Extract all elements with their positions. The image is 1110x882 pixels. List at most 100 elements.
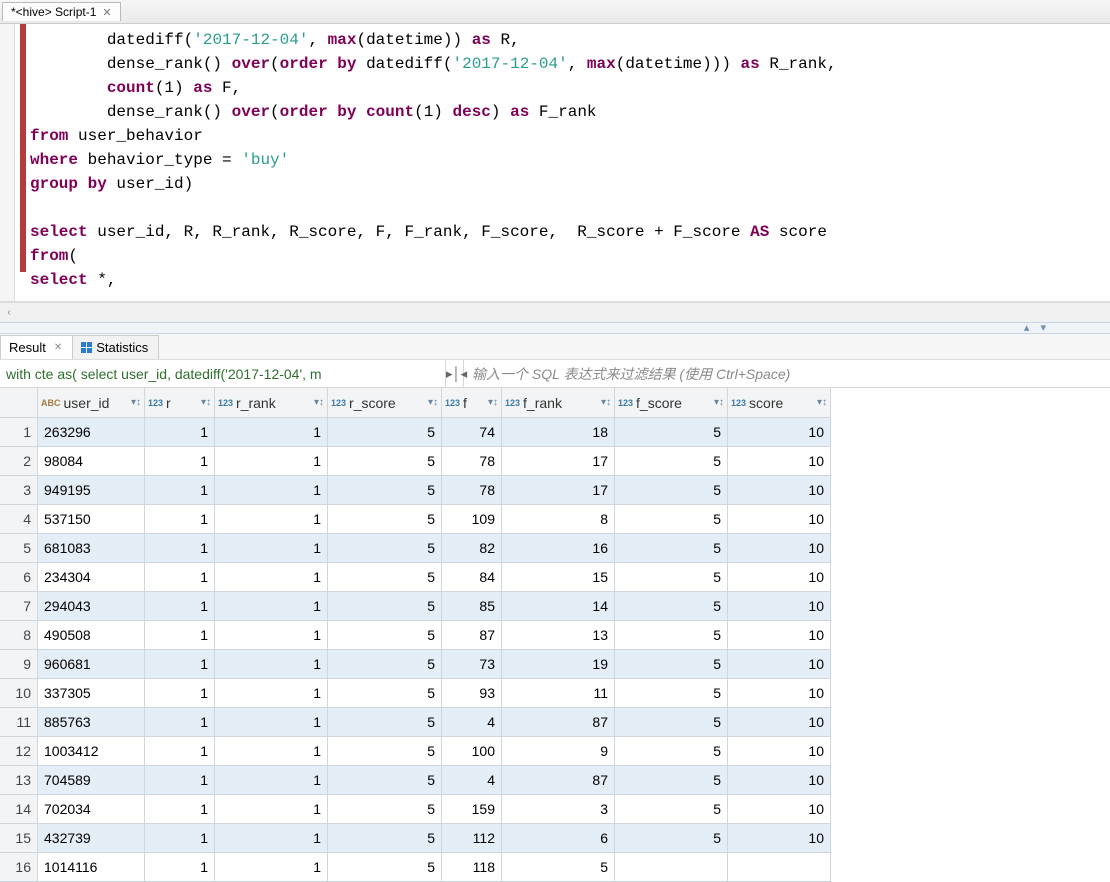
cell[interactable]: 5 [328, 679, 442, 708]
filter-icon[interactable]: ▾↕ [601, 392, 611, 414]
cell[interactable]: 1 [145, 737, 215, 766]
cell[interactable]: 82 [442, 534, 502, 563]
cell[interactable]: 5 [615, 766, 728, 795]
cell[interactable]: 1 [215, 534, 328, 563]
cell[interactable]: 537150 [38, 505, 145, 534]
cell[interactable]: 5 [615, 505, 728, 534]
row-number[interactable]: 7 [0, 592, 38, 621]
filter-icon[interactable]: ▾↕ [131, 392, 141, 414]
cell[interactable]: 5 [328, 447, 442, 476]
column-header[interactable]: 123r▾↕ [145, 388, 215, 418]
cell[interactable]: 490508 [38, 621, 145, 650]
column-header[interactable]: 123f_score▾↕ [615, 388, 728, 418]
cell[interactable]: 8 [502, 505, 615, 534]
cell[interactable]: 9 [502, 737, 615, 766]
cell[interactable]: 5 [615, 592, 728, 621]
column-header[interactable]: 123score▾↕ [728, 388, 831, 418]
cell[interactable]: 10 [728, 679, 831, 708]
cell[interactable]: 1 [215, 476, 328, 505]
row-number[interactable]: 4 [0, 505, 38, 534]
cell[interactable]: 5 [328, 534, 442, 563]
cell[interactable]: 263296 [38, 418, 145, 447]
cell[interactable]: 10 [728, 795, 831, 824]
cell[interactable]: 5 [328, 853, 442, 882]
cell[interactable]: 10 [728, 650, 831, 679]
row-number[interactable]: 10 [0, 679, 38, 708]
script-tab[interactable]: *<hive> Script-1 ✕ [2, 2, 121, 21]
cell[interactable]: 19 [502, 650, 615, 679]
cell[interactable]: 1 [145, 679, 215, 708]
cell[interactable]: 1 [215, 853, 328, 882]
cell[interactable]: 14 [502, 592, 615, 621]
cell[interactable]: 4 [442, 766, 502, 795]
row-number[interactable]: 14 [0, 795, 38, 824]
cell[interactable]: 159 [442, 795, 502, 824]
cell[interactable]: 5 [615, 621, 728, 650]
cell[interactable]: 5 [328, 476, 442, 505]
cell[interactable]: 87 [502, 708, 615, 737]
cell[interactable]: 73 [442, 650, 502, 679]
tab-statistics[interactable]: Statistics [72, 335, 159, 359]
cell[interactable]: 5 [615, 650, 728, 679]
cell[interactable]: 949195 [38, 476, 145, 505]
cell[interactable]: 1003412 [38, 737, 145, 766]
cell[interactable]: 87 [442, 621, 502, 650]
cell[interactable]: 10 [728, 563, 831, 592]
editor-hscroll[interactable]: ‹ [0, 302, 1110, 322]
result-grid[interactable]: ABCuser_id▾↕123r▾↕123r_rank▾↕123r_score▾… [0, 388, 1110, 882]
cell[interactable]: 1 [145, 505, 215, 534]
cell[interactable]: 98084 [38, 447, 145, 476]
cell[interactable]: 681083 [38, 534, 145, 563]
filter-icon[interactable]: ▾↕ [314, 392, 324, 414]
cell[interactable]: 1 [145, 534, 215, 563]
row-number[interactable]: 3 [0, 476, 38, 505]
cell[interactable]: 5 [615, 708, 728, 737]
cell[interactable]: 704589 [38, 766, 145, 795]
cell[interactable]: 5 [328, 505, 442, 534]
cell[interactable]: 10 [728, 621, 831, 650]
cell[interactable]: 1 [215, 447, 328, 476]
cell[interactable]: 1 [215, 563, 328, 592]
cell[interactable]: 1014116 [38, 853, 145, 882]
cell[interactable]: 112 [442, 824, 502, 853]
cell[interactable]: 885763 [38, 708, 145, 737]
cell[interactable]: 1 [215, 708, 328, 737]
cell[interactable]: 337305 [38, 679, 145, 708]
row-number[interactable]: 11 [0, 708, 38, 737]
cell[interactable]: 5 [328, 563, 442, 592]
pane-splitter[interactable]: ▴ ▾ [0, 322, 1110, 334]
cell[interactable]: 109 [442, 505, 502, 534]
row-number[interactable]: 16 [0, 853, 38, 882]
filter-icon[interactable]: ▾↕ [488, 392, 498, 414]
cell[interactable]: 10 [728, 592, 831, 621]
filter-icon[interactable]: ▾↕ [428, 392, 438, 414]
cell[interactable]: 3 [502, 795, 615, 824]
cell[interactable]: 1 [215, 737, 328, 766]
cell[interactable]: 5 [328, 795, 442, 824]
cell[interactable]: 5 [615, 418, 728, 447]
cell[interactable]: 960681 [38, 650, 145, 679]
cell[interactable]: 234304 [38, 563, 145, 592]
cell[interactable]: 1 [145, 650, 215, 679]
cell[interactable]: 294043 [38, 592, 145, 621]
cell[interactable]: 13 [502, 621, 615, 650]
cell[interactable]: 1 [215, 418, 328, 447]
cell[interactable]: 10 [728, 447, 831, 476]
cell[interactable]: 5 [328, 824, 442, 853]
filter-placeholder[interactable]: 输入一个 SQL 表达式来过滤结果 (使用 Ctrl+Space) [464, 364, 1110, 384]
cell[interactable]: 1 [145, 853, 215, 882]
cell[interactable]: 10 [728, 737, 831, 766]
cell[interactable]: 1 [145, 563, 215, 592]
cell[interactable] [615, 853, 728, 882]
cell[interactable]: 1 [145, 795, 215, 824]
cell[interactable]: 78 [442, 447, 502, 476]
cell[interactable]: 18 [502, 418, 615, 447]
cell[interactable]: 5 [502, 853, 615, 882]
cell[interactable]: 5 [615, 679, 728, 708]
cell[interactable]: 10 [728, 708, 831, 737]
cell[interactable]: 118 [442, 853, 502, 882]
cell[interactable]: 10 [728, 476, 831, 505]
cell[interactable]: 16 [502, 534, 615, 563]
cell[interactable]: 5 [328, 737, 442, 766]
tab-result[interactable]: Result ✕ [0, 335, 73, 359]
